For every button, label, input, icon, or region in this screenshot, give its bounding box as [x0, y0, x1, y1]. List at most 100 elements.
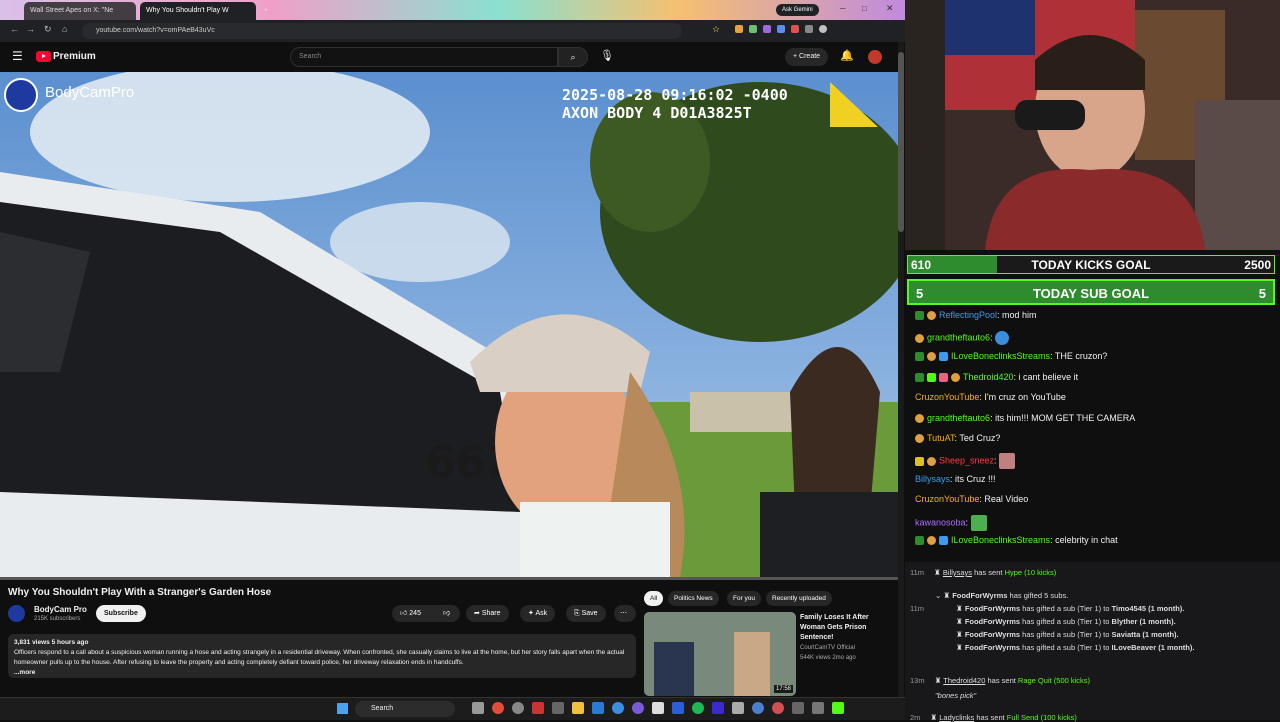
extension-icon[interactable] [763, 25, 771, 33]
app-icon[interactable] [592, 702, 604, 714]
profile-icon[interactable] [819, 25, 827, 33]
extension-icon[interactable] [805, 25, 813, 33]
app-icon[interactable] [612, 702, 624, 714]
microphone-icon[interactable]: 🎙 [600, 49, 614, 62]
bookmark-star-icon[interactable]: ☆ [712, 24, 720, 35]
video-progress-bar[interactable] [0, 577, 898, 580]
chat-username[interactable]: CruzonYouTube [915, 494, 979, 504]
start-icon[interactable] [337, 703, 348, 714]
app-icon[interactable] [752, 702, 764, 714]
chat-username[interactable]: ReflectingPool [939, 310, 997, 320]
app-icon[interactable] [812, 702, 824, 714]
spotify-icon[interactable] [692, 702, 704, 714]
extension-icon[interactable] [749, 25, 757, 33]
extension-icon[interactable] [777, 25, 785, 33]
chat-username[interactable]: grandtheftauto6 [927, 332, 990, 342]
app-icon[interactable] [712, 702, 724, 714]
chat-username[interactable]: ILoveBoneclinksStreams [951, 351, 1050, 361]
description-box[interactable]: 3,831 views 5 hours ago Officers respond… [8, 634, 636, 678]
forward-icon[interactable]: → [26, 24, 35, 34]
youtube-logo-icon[interactable] [36, 51, 51, 62]
extension-icon[interactable] [791, 25, 799, 33]
folder-icon[interactable] [572, 702, 584, 714]
bookmark-icon: ⎘ [574, 610, 580, 617]
home-icon[interactable]: ⌂ [62, 24, 67, 34]
app-icon[interactable] [732, 702, 744, 714]
kicks-goal-label: TODAY KICKS GOAL [1031, 258, 1151, 272]
close-icon[interactable]: ✕ [886, 3, 894, 14]
subscribe-button[interactable]: Subscribe [96, 605, 146, 622]
menu-icon[interactable]: ☰ [12, 49, 23, 63]
chat-username[interactable]: ILoveBoneclinksStreams [951, 535, 1050, 545]
app-icon[interactable] [632, 702, 644, 714]
recommended-channel[interactable]: CourtCamTV Official [800, 645, 855, 651]
event-recipient: ILoveBeaver (1 month). [1111, 643, 1195, 652]
event-user[interactable]: FoodForWyrms [965, 643, 1020, 652]
maximize-icon[interactable]: □ [862, 4, 867, 13]
chat-username[interactable]: CruzonYouTube [915, 392, 979, 402]
app-icon[interactable] [552, 702, 564, 714]
chat-username[interactable]: kawanosoba [915, 517, 966, 527]
channel-avatar[interactable] [8, 605, 25, 622]
event-item: ♜ FoodForWyrms has gifted a sub (Tier 1)… [956, 643, 1194, 652]
recommended-title[interactable]: Family Loses It After Woman Gets Prison … [800, 613, 895, 643]
save-button[interactable]: ⎘ Save [566, 605, 606, 622]
app-icon[interactable] [532, 702, 544, 714]
ask-button[interactable]: ✦ Ask [520, 605, 556, 622]
video-player[interactable]: 662 BodyCamPro 2025-08-28 09:16:02 -0400… [0, 72, 898, 577]
minimize-icon[interactable]: ─ [840, 4, 846, 13]
tab-youtube[interactable]: Why You Shouldn't Play W [140, 2, 256, 20]
events-panel: 11m ♜ Billysays has sent Hype (10 kicks) … [905, 562, 1280, 722]
chat-username[interactable]: TutuAT [927, 433, 955, 443]
event-user[interactable]: Ladyclinks [939, 713, 974, 722]
event-user[interactable]: FoodForWyrms [965, 604, 1020, 613]
chrome-icon[interactable] [492, 702, 504, 714]
url-input[interactable]: youtube.com/watch?v=omPAeB43uVc [82, 23, 682, 39]
event-user[interactable]: FoodForWyrms [965, 630, 1020, 639]
app-icon[interactable] [472, 702, 484, 714]
event-user[interactable]: FoodForWyrms [965, 617, 1020, 626]
chat-username[interactable]: Thedroid420 [963, 372, 1014, 382]
chat-username[interactable]: Sheep_sneez [939, 455, 994, 465]
description-more-link[interactable]: ...more [14, 668, 630, 678]
search-input[interactable]: Search [290, 47, 558, 67]
more-actions-button[interactable]: ⋯ [614, 605, 636, 622]
webcam-feed [905, 0, 1280, 250]
app-icon[interactable] [652, 702, 664, 714]
chat-username[interactable]: grandtheftauto6 [927, 413, 990, 423]
app-icon[interactable] [672, 702, 684, 714]
chat-text: : THE cruzon? [1050, 351, 1108, 361]
chip-recently-uploaded[interactable]: Recently uploaded [766, 591, 832, 606]
chat-username[interactable]: Billysays [915, 474, 950, 484]
back-icon[interactable]: ← [10, 24, 19, 34]
event-user[interactable]: FoodForWyrms [952, 591, 1007, 600]
app-icon[interactable] [792, 702, 804, 714]
event-user[interactable]: Billysays [943, 568, 972, 577]
extension-icon[interactable] [735, 25, 743, 33]
tab-twitter[interactable]: Wall Street Apes on X: "Ne [24, 2, 136, 20]
new-tab-button[interactable]: + [259, 2, 273, 20]
chip-for-you[interactable]: For you [727, 591, 762, 606]
reload-icon[interactable]: ↻ [44, 24, 52, 35]
channel-name[interactable]: BodyCam Pro [34, 605, 87, 614]
app-icon[interactable] [772, 702, 784, 714]
kick-icon[interactable] [832, 702, 844, 714]
notifications-bell-icon[interactable]: 🔔 [840, 49, 854, 62]
gifter-badge-icon [951, 373, 960, 383]
recommended-thumbnail[interactable]: 17:58 [644, 612, 796, 696]
ask-gemini-button[interactable]: Ask Gemini [776, 4, 819, 16]
search-button[interactable]: ⌕ [558, 47, 588, 67]
share-button[interactable]: ➦ Share [466, 605, 509, 622]
kicks-goal-target: 2500 [1244, 258, 1271, 272]
app-icon[interactable] [512, 702, 524, 714]
emote-icon [999, 453, 1016, 469]
create-button[interactable]: + Create [785, 48, 829, 66]
dislike-button[interactable]: 👎︎ [438, 605, 460, 622]
event-user[interactable]: Thedroid420 [943, 676, 985, 685]
bodycam-device-id: AXON BODY 4 D01A3825T [562, 104, 752, 122]
chip-politics-news[interactable]: Politics News [668, 591, 719, 606]
page-scrollbar[interactable] [898, 42, 904, 697]
taskbar-search[interactable]: Search [355, 701, 455, 717]
account-avatar[interactable] [868, 50, 882, 64]
chip-all[interactable]: All [644, 591, 664, 606]
